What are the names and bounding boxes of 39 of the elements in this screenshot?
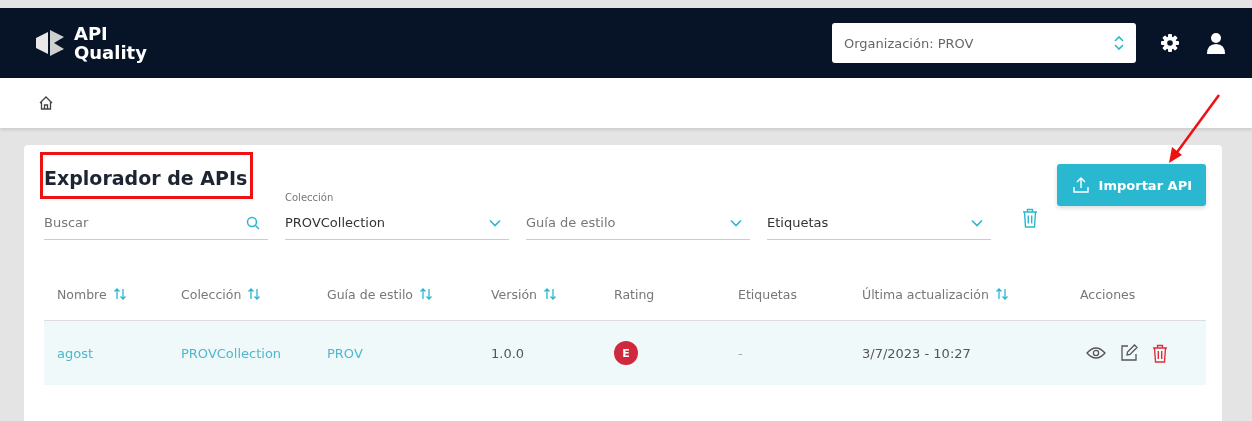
search-field[interactable]: Buscar: [44, 192, 268, 240]
select-field[interactable]: Etiquetas: [767, 192, 991, 240]
logo-text: Quality: [74, 43, 147, 62]
delete-icon[interactable]: [1152, 343, 1168, 363]
trash-icon[interactable]: [1022, 208, 1038, 228]
sort-icon[interactable]: [112, 287, 127, 301]
upload-icon: [1070, 175, 1091, 195]
logo-text: API: [74, 24, 109, 43]
column-header: Etiquetas: [738, 286, 797, 302]
organization-select[interactable]: Organización: PROV: [832, 23, 1136, 63]
sort-icon[interactable]: [994, 287, 1009, 301]
rating-badge: E: [614, 341, 638, 365]
column-header[interactable]: Última actualización: [862, 286, 1009, 302]
up-down-caret-icon: [1114, 35, 1124, 51]
chevron-down-icon: [730, 218, 742, 227]
column-header: Rating: [614, 286, 655, 302]
view-eye-icon[interactable]: [1086, 346, 1106, 360]
column-header[interactable]: Nombre: [57, 286, 127, 302]
page-title: Explorador de APIs: [44, 167, 248, 189]
import-button[interactable]: Importar API: [1056, 164, 1206, 206]
search-icon: [246, 215, 260, 230]
user-icon[interactable]: [1206, 32, 1226, 54]
chevron-down-icon: [489, 218, 501, 227]
sort-icon[interactable]: [247, 287, 262, 301]
select-field[interactable]: Colección PROVCollection: [285, 192, 509, 240]
edit-icon[interactable]: [1120, 344, 1138, 362]
table-cell: 1.0.0: [491, 345, 525, 361]
column-header[interactable]: Versión: [491, 286, 557, 302]
select-field[interactable]: Guía de estilo: [526, 192, 750, 240]
table-cell: 3/7/2023 - 10:27: [862, 345, 971, 361]
column-header[interactable]: Colección: [181, 286, 262, 302]
table-cell: -: [738, 345, 743, 361]
column-header[interactable]: Guía de estilo: [327, 286, 433, 302]
column-header: Acciones: [1080, 286, 1136, 302]
sort-icon[interactable]: [419, 287, 433, 301]
chevron-down-icon: [971, 218, 983, 227]
settings-icon[interactable]: [1160, 33, 1180, 53]
home-icon[interactable]: [38, 95, 54, 111]
sort-icon[interactable]: [542, 287, 557, 301]
